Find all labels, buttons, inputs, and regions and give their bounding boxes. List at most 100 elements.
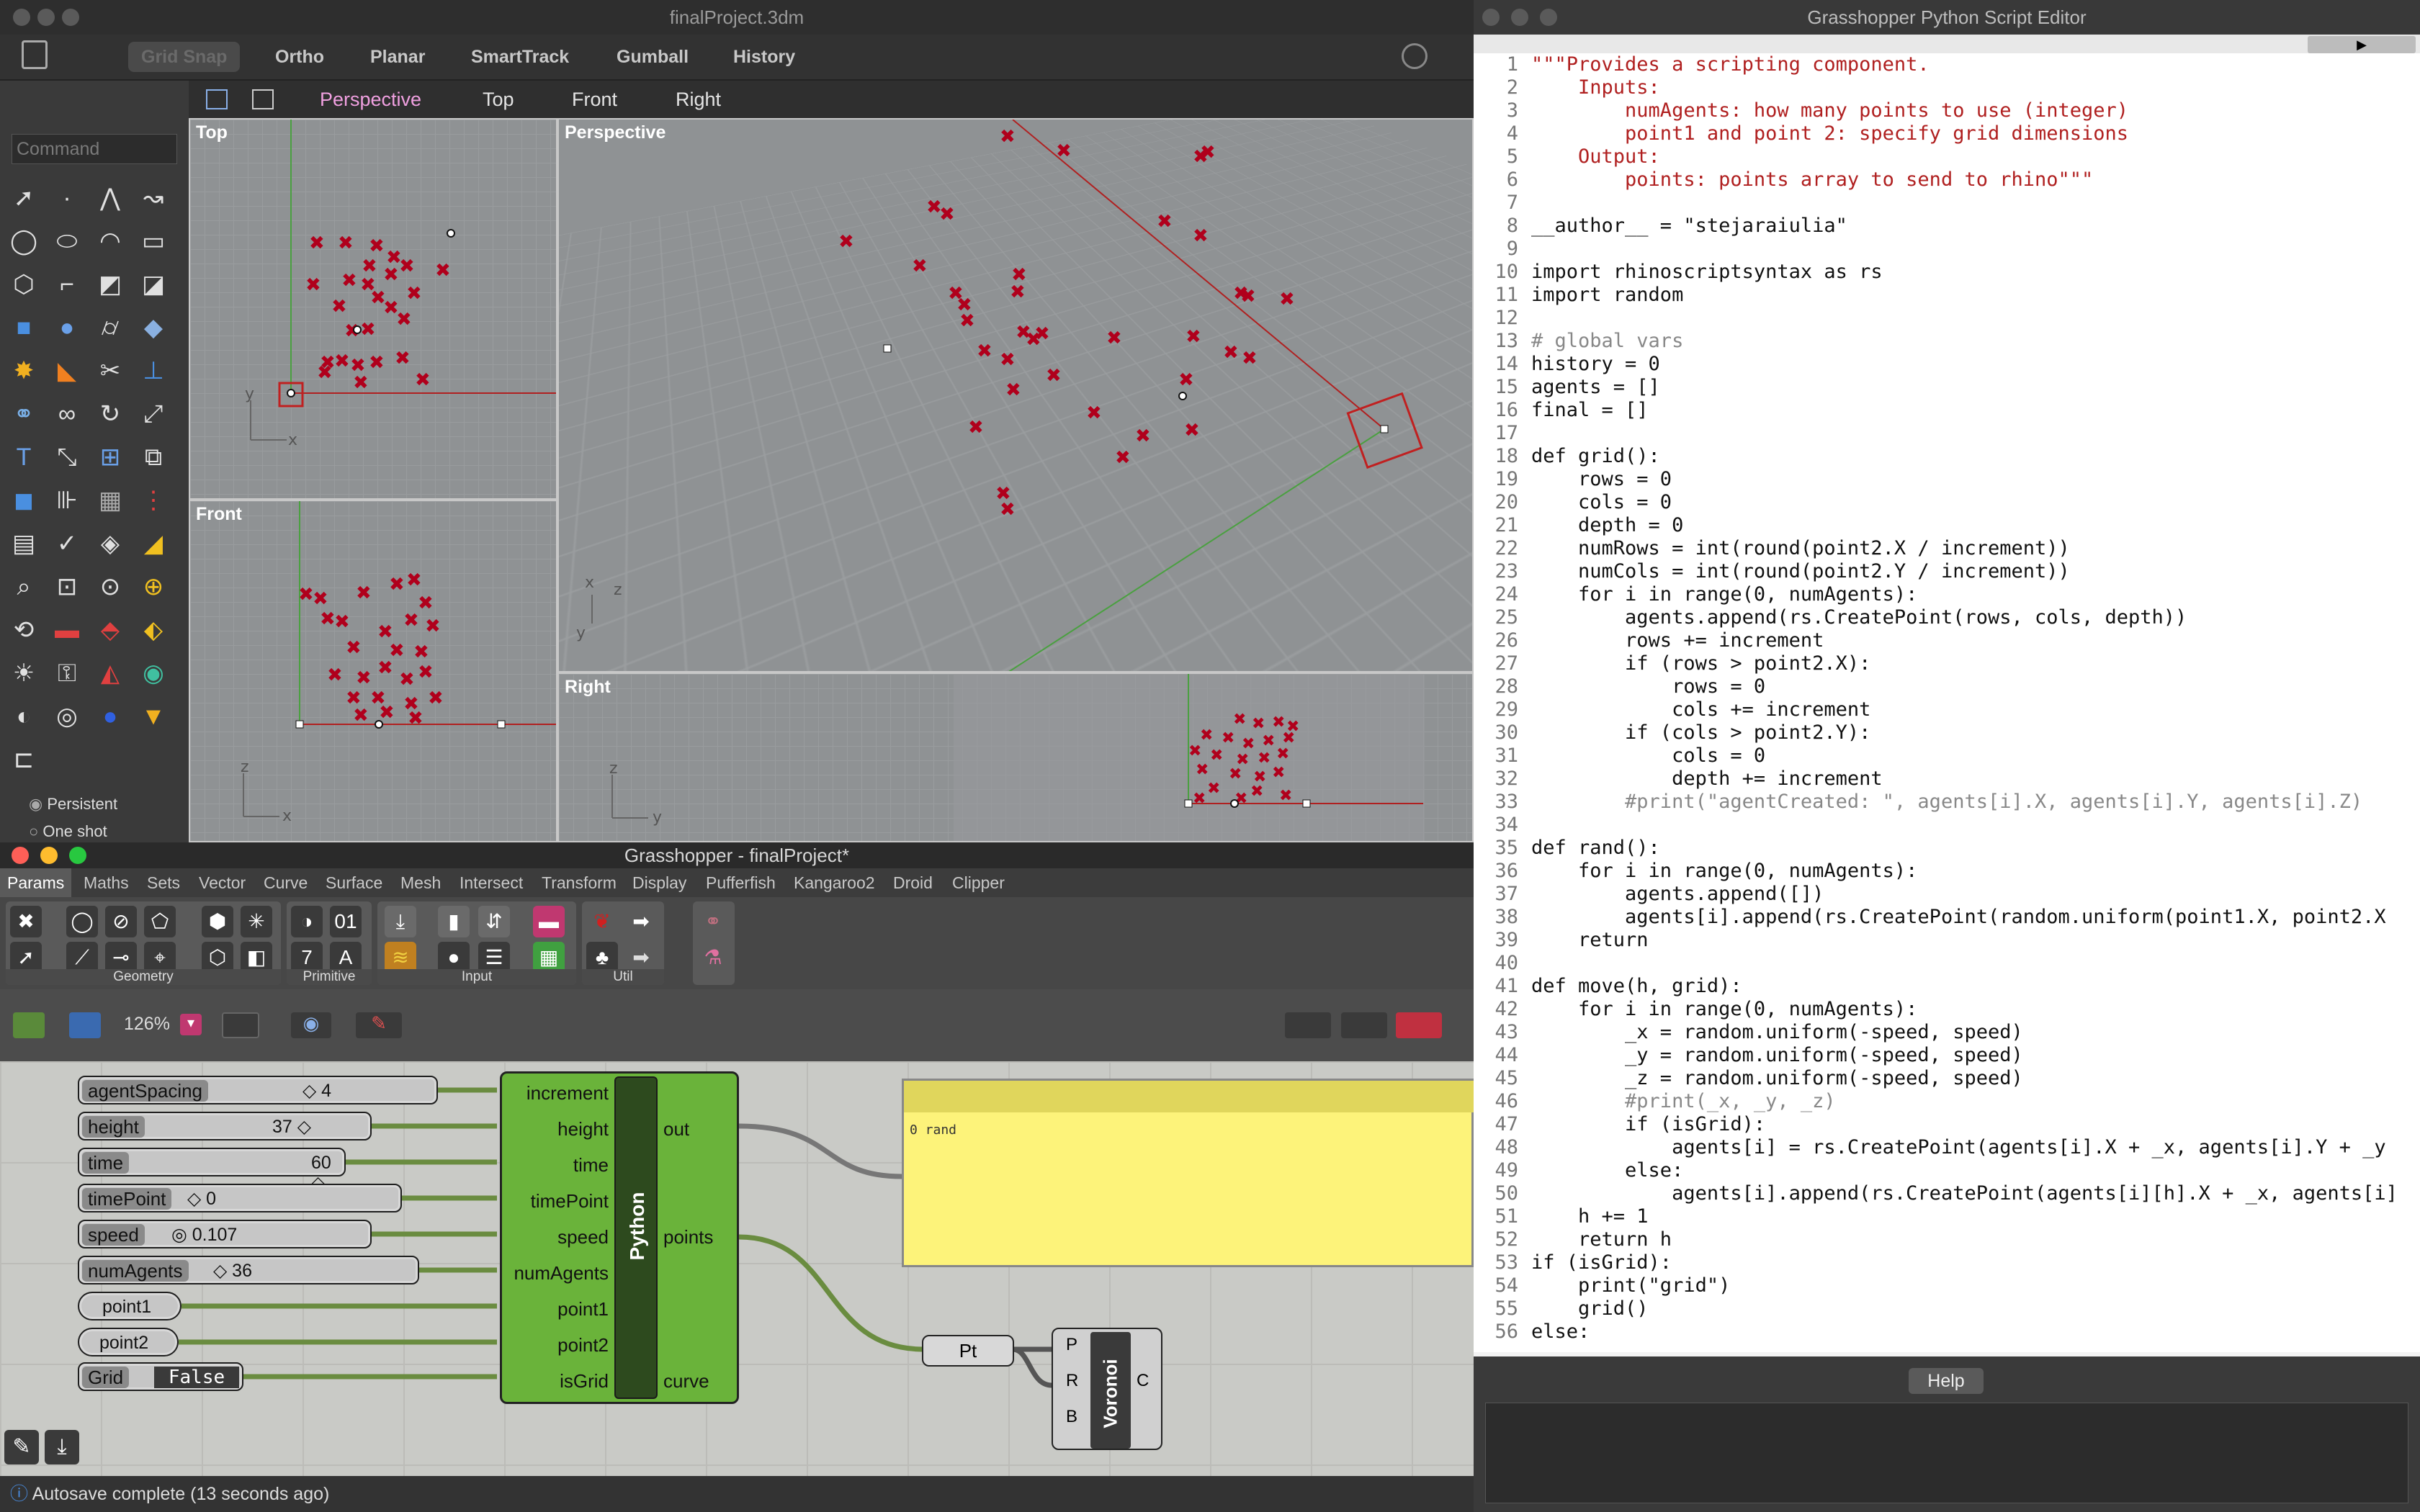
tab-maths[interactable]: Maths: [84, 868, 129, 897]
voronoi-output-c[interactable]: C: [1137, 1371, 1149, 1391]
orbit-icon[interactable]: ⟲: [6, 612, 42, 648]
tab-pufferfish[interactable]: Pufferfish: [706, 868, 776, 897]
tab-perspective[interactable]: Perspective: [320, 81, 421, 118]
osnap-oneshot[interactable]: ○ One shot: [29, 822, 107, 841]
toggle-value[interactable]: False: [154, 1367, 239, 1388]
light-icon[interactable]: ☀: [6, 655, 42, 691]
sphere-icon[interactable]: ●: [49, 310, 85, 346]
input-height[interactable]: height: [508, 1118, 609, 1140]
minimize-button[interactable]: [40, 847, 58, 864]
text-icon[interactable]: T: [6, 439, 42, 475]
util-flask-icon[interactable]: ⚗: [697, 942, 729, 973]
polyline-icon[interactable]: ⋀: [92, 180, 128, 216]
ungroup-icon[interactable]: ∞: [49, 396, 85, 432]
param-integer-icon[interactable]: 01: [330, 906, 362, 937]
single-view-icon[interactable]: [252, 89, 274, 109]
sketch-icon[interactable]: ✎: [356, 1012, 402, 1038]
input-point1[interactable]: point1: [508, 1298, 609, 1320]
boolean-icon[interactable]: ◣: [49, 353, 85, 389]
viewport-top[interactable]: ✖ ✖ ✖ ✖ ✖ ✖ ✖ ✖ ✖ ✖ ✖ ✖ ✖ ✖ ✖ ✖ ✖ ✖ ✖ ✖ ✖ ✖ ✖ ✖ ✖ ✖ y x Top: [189, 118, 557, 500]
close-button[interactable]: [13, 9, 30, 26]
input-point2[interactable]: point2: [508, 1334, 609, 1356]
util-arrow-right-icon[interactable]: ➡: [625, 906, 657, 937]
paint-icon[interactable]: ◢: [135, 526, 171, 562]
output-panel[interactable]: 0 rand: [902, 1079, 1476, 1267]
tab-surface[interactable]: Surface: [326, 868, 382, 897]
slider-time[interactable]: time 60 ◇: [78, 1148, 346, 1193]
voronoi-input-p[interactable]: P: [1066, 1335, 1077, 1355]
check-icon[interactable]: ✓: [49, 526, 85, 562]
cursor-icon[interactable]: ▼: [135, 698, 171, 734]
input-button-icon[interactable]: ▮: [438, 906, 470, 937]
select-arrow-icon[interactable]: ➚: [6, 180, 42, 216]
layer-icon[interactable]: ▤: [6, 526, 42, 562]
util-cherry-icon[interactable]: ❦: [586, 906, 618, 937]
zoom-level[interactable]: 126%: [124, 1014, 170, 1035]
param-boolean-icon[interactable]: ◑: [291, 906, 323, 937]
sketch-tool-icon[interactable]: ✎: [4, 1430, 39, 1464]
render-icon[interactable]: ◭: [92, 655, 128, 691]
slider-numagents[interactable]: numAgents ◇ 36: [78, 1256, 419, 1284]
preview-shaded-icon[interactable]: [1396, 1012, 1442, 1038]
close-button[interactable]: [12, 847, 29, 864]
tab-top[interactable]: Top: [483, 81, 514, 118]
view-icon[interactable]: ◈: [92, 526, 128, 562]
input-isgrid[interactable]: isGrid: [508, 1370, 609, 1392]
zoom-button[interactable]: [62, 9, 79, 26]
tab-droid[interactable]: Droid: [893, 868, 933, 897]
explode-icon[interactable]: ✸: [6, 353, 42, 389]
tab-sets[interactable]: Sets: [147, 868, 180, 897]
scale-icon[interactable]: ⤢: [135, 396, 171, 432]
input-slider-icon[interactable]: ⇵: [478, 906, 510, 937]
zoom-icon[interactable]: ⌕: [6, 569, 42, 605]
python-component[interactable]: increment height time timePoint speed nu…: [500, 1071, 739, 1404]
minimize-button[interactable]: [1511, 9, 1528, 26]
toggle-grid[interactable]: Grid False: [78, 1362, 243, 1391]
material-icon[interactable]: ◉: [135, 655, 171, 691]
smarttrack-toggle[interactable]: SmartTrack: [458, 42, 582, 72]
fillet-icon[interactable]: ⌐: [49, 266, 85, 302]
curve-icon[interactable]: ↝: [135, 180, 171, 216]
util-cluster-icon[interactable]: ⚭: [697, 906, 729, 937]
group-icon[interactable]: ⚭: [6, 396, 42, 432]
param-generic-icon[interactable]: ✖: [10, 906, 42, 937]
dimension-icon[interactable]: ⤡: [49, 439, 85, 475]
zoom-extents-icon[interactable]: ⊙: [92, 569, 128, 605]
rectangle-icon[interactable]: ▭: [135, 223, 171, 259]
viewport-right[interactable]: ✖ ✖ ✖ ✖ ✖ ✖ ✖ ✖ ✖ ✖ ✖ ✖ ✖ ✖ ✖ ✖ ✖ ✖ ✖ ✖ ✖ ✖ ✖ z y Right: [557, 672, 1474, 842]
zoom-extents-icon[interactable]: [222, 1012, 259, 1038]
input-numagents[interactable]: numAgents: [508, 1262, 609, 1284]
grid-icon[interactable]: ⊪: [49, 482, 85, 518]
split-icon[interactable]: ⊥: [135, 353, 171, 389]
named-view-icon[interactable]: ⬖: [135, 612, 171, 648]
four-view-icon[interactable]: [206, 89, 228, 109]
tab-mesh[interactable]: Mesh: [400, 868, 441, 897]
minimize-button[interactable]: [37, 9, 55, 26]
tab-intersect[interactable]: Intersect: [460, 868, 523, 897]
voronoi-input-r[interactable]: R: [1066, 1371, 1078, 1391]
open-file-icon[interactable]: [13, 1012, 45, 1038]
array-icon[interactable]: ⊞: [92, 439, 128, 475]
save-file-icon[interactable]: [69, 1012, 101, 1038]
tab-vector[interactable]: Vector: [199, 868, 246, 897]
slider-timepoint[interactable]: timePoint ◇ 0: [78, 1184, 402, 1212]
tab-clipper[interactable]: Clipper: [952, 868, 1005, 897]
plane-icon[interactable]: ◆: [135, 310, 171, 346]
ortho-toggle[interactable]: Ortho: [262, 42, 337, 72]
input-gradient-icon[interactable]: ▬: [533, 906, 565, 937]
param-mesh-icon[interactable]: ✳: [241, 906, 272, 937]
param-curve-icon[interactable]: ⊘: [105, 906, 137, 937]
code-editor[interactable]: 1 """Provides a scripting component. 2 Inp…: [1474, 53, 2420, 1352]
tab-curve[interactable]: Curve: [264, 868, 308, 897]
tab-params[interactable]: Params: [0, 868, 72, 897]
gumball-toggle[interactable]: Gumball: [604, 42, 702, 72]
download-icon[interactable]: ⤓: [45, 1430, 79, 1464]
grid-snap-toggle[interactable]: Grid Snap: [128, 42, 241, 72]
analyze-icon[interactable]: ⋮: [135, 482, 171, 518]
solid-icon[interactable]: ◼: [6, 482, 42, 518]
history-toggle[interactable]: History: [720, 42, 808, 72]
param-point1[interactable]: point1: [78, 1292, 182, 1320]
tab-transform[interactable]: Transform: [542, 868, 617, 897]
param-surface-icon[interactable]: ⬠: [144, 906, 176, 937]
zoom-dropdown-icon[interactable]: ▾: [180, 1014, 202, 1035]
